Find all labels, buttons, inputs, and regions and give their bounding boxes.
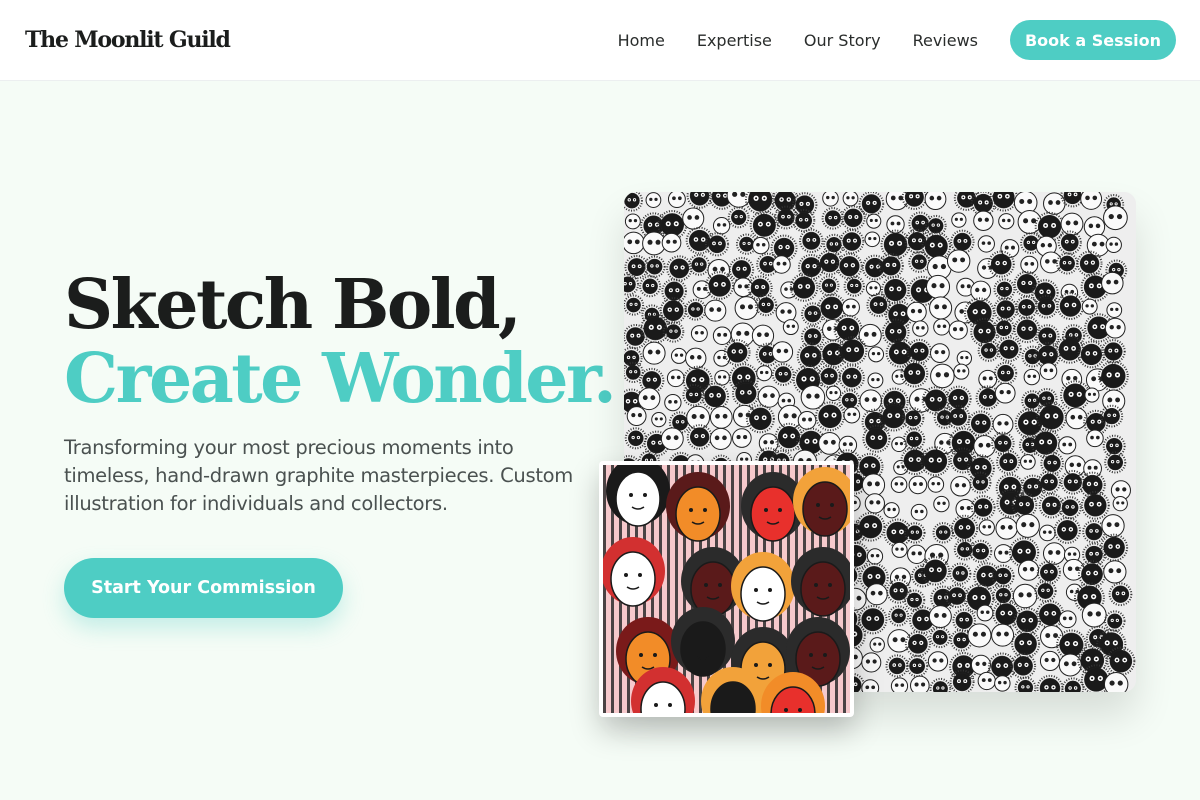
hero-title: Sketch Bold, Create Wonder. [64,265,617,419]
colorful-faces-illustration [599,461,854,717]
book-session-button[interactable]: Book a Session [1010,20,1176,60]
hero-title-line-1: Sketch Bold, [64,265,522,345]
nav-link-expertise[interactable]: Expertise [697,31,772,50]
start-commission-button[interactable]: Start Your Commission [64,558,343,618]
faces-illustration-image [603,465,850,713]
nav-link-reviews[interactable]: Reviews [913,31,978,50]
brand-logo[interactable]: The Moonlit Guild [25,27,231,53]
hero-subtitle: Transforming your most precious moments … [64,436,573,515]
faces-illustration-frame [603,465,850,713]
hero-title-line-2: Create Wonder. [64,339,617,419]
nav-link-our-story[interactable]: Our Story [804,31,881,50]
site-header: The Moonlit Guild Home Expertise Our Sto… [0,0,1200,81]
main-nav: Home Expertise Our Story Reviews Book a … [618,20,1176,60]
nav-link-home[interactable]: Home [618,31,665,50]
